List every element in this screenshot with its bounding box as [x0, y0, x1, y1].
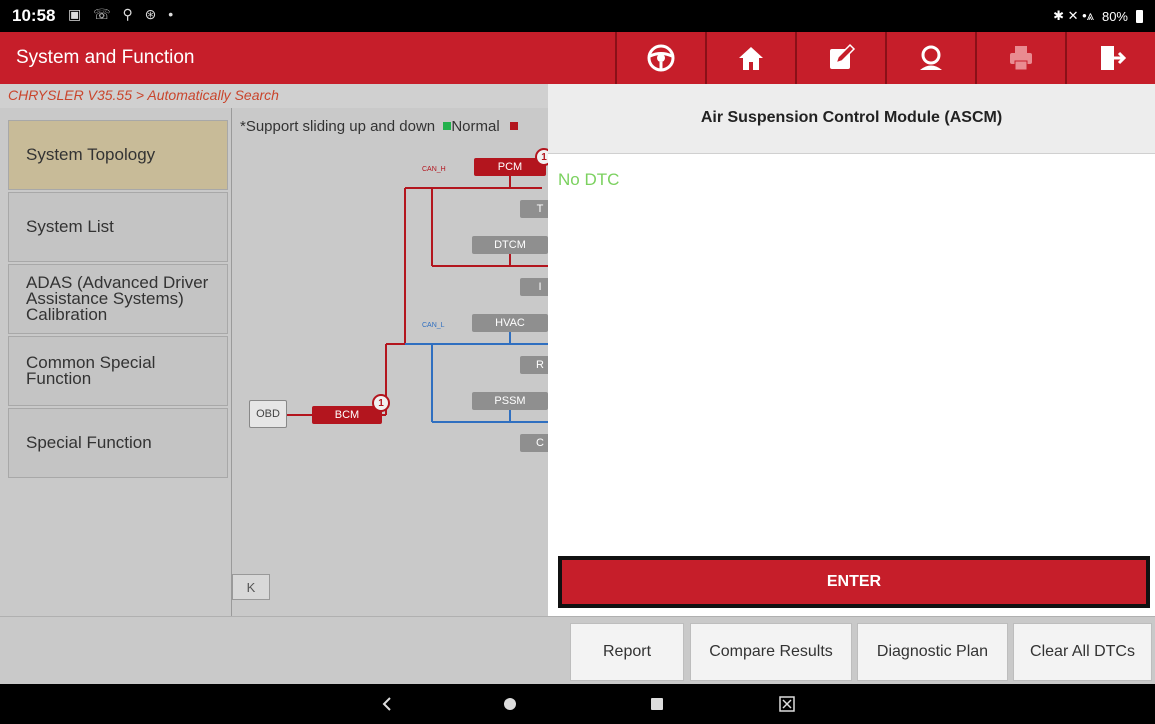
nav-home-button[interactable]: [498, 692, 522, 716]
system-nav-bar: [0, 684, 1155, 724]
topology-wires: [287, 166, 548, 423]
node-bcm[interactable]: BCM: [312, 406, 382, 424]
sidebar-item-common-special-function[interactable]: Common Special Function: [8, 336, 228, 406]
dtc-status: No DTC: [558, 170, 620, 189]
can-high-label: CAN_H: [422, 166, 446, 173]
sidebar-item-label: Special Function: [26, 433, 152, 452]
print-icon: [1010, 46, 1032, 71]
pcm-fault-badge: 1: [535, 148, 548, 166]
node-cut-2[interactable]: I: [520, 278, 548, 296]
edit-note-button[interactable]: [795, 32, 885, 84]
sidebar-item-adas-calibration[interactable]: ADAS (Advanced Driver Assistance Systems…: [8, 264, 228, 334]
status-bar: 10:58 ▣ ☏ ⚲ ⊛ • ✱ ✕ •⩓ 80%: [0, 0, 1155, 32]
home-icon: [739, 47, 763, 70]
connectivity-icons: ✱ ✕ •⩓: [1053, 8, 1094, 23]
sidebar-item-label: ADAS (Advanced Driver Assistance Systems…: [26, 273, 209, 324]
diagnostic-plan-button[interactable]: Diagnostic Plan: [857, 623, 1008, 681]
module-title: Air Suspension Control Module (ASCM): [700, 109, 1003, 126]
report-button[interactable]: Report: [570, 623, 684, 681]
battery-icon: [1136, 9, 1143, 23]
status-right: ✱ ✕ •⩓ 80%: [1053, 8, 1143, 24]
enter-button[interactable]: ENTER: [558, 556, 1150, 608]
node-cut-1[interactable]: T: [520, 200, 548, 218]
edit-note-icon: [830, 43, 856, 69]
can-low-label: CAN_L: [422, 322, 445, 329]
home-circle-icon: [504, 698, 516, 710]
clear-all-dtcs-button[interactable]: Clear All DTCs: [1013, 623, 1152, 681]
screenshot-icon: [779, 696, 795, 712]
collapse-button[interactable]: K: [232, 574, 270, 600]
battery-text: 80%: [1101, 8, 1128, 24]
home-button[interactable]: [705, 32, 795, 84]
node-dtcm[interactable]: DTCM: [472, 236, 548, 254]
node-obd[interactable]: OBD: [249, 400, 287, 428]
module-panel: Air Suspension Control Module (ASCM) No …: [548, 84, 1155, 616]
steering-wheel-button[interactable]: [615, 32, 705, 84]
compare-results-button[interactable]: Compare Results: [690, 623, 852, 681]
title-bar: System and Function: [0, 32, 1155, 84]
sidebar: System Topology System List ADAS (Advanc…: [0, 108, 232, 616]
support-button[interactable]: [885, 32, 975, 84]
exit-icon: [1101, 46, 1126, 70]
node-cut-4[interactable]: C: [520, 434, 548, 452]
screenshot-button[interactable]: [775, 692, 799, 716]
breadcrumb-text: CHRYSLER V35.55 > Automatically Search: [8, 87, 279, 103]
sidebar-item-special-function[interactable]: Special Function: [8, 408, 228, 478]
toolbar: [615, 32, 1155, 84]
page-title: System and Function: [16, 47, 195, 68]
back-button[interactable]: [375, 692, 399, 716]
breadcrumb: CHRYSLER V35.55 > Automatically Search: [0, 84, 548, 108]
node-hvac[interactable]: HVAC: [472, 314, 548, 332]
node-pssm[interactable]: PSSM: [472, 392, 548, 410]
steering-wheel-icon: [647, 44, 675, 72]
recents-button[interactable]: [645, 692, 669, 716]
status-time: 10:58: [12, 6, 56, 25]
topology-view[interactable]: *Support sliding up and down Normal CAN_: [232, 108, 548, 616]
app-root: 10:58 ▣ ☏ ⚲ ⊛ • ✱ ✕ •⩓ 80% System and Fu…: [0, 0, 1155, 724]
sidebar-item-label: System Topology: [26, 145, 156, 164]
back-icon: [382, 697, 391, 711]
support-agent-icon: [920, 45, 942, 70]
collapse-label: K: [246, 579, 256, 595]
sidebar-item-label: System List: [26, 217, 114, 236]
bottom-action-bar: Report Compare Results Diagnostic Plan C…: [0, 616, 1155, 684]
module-panel-header: Air Suspension Control Module (ASCM): [548, 84, 1155, 154]
exit-button[interactable]: [1065, 32, 1155, 84]
sidebar-item-label: Common Special Function: [26, 353, 156, 388]
node-cut-3[interactable]: R: [520, 356, 548, 374]
bcm-fault-badge: 1: [372, 394, 390, 412]
recents-icon: [651, 698, 663, 710]
sidebar-item-system-list[interactable]: System List: [8, 192, 228, 262]
sidebar-item-system-topology[interactable]: System Topology: [8, 120, 228, 190]
print-button[interactable]: [975, 32, 1065, 84]
notification-icons: ▣ ☏ ⚲ ⊛ •: [68, 6, 178, 22]
